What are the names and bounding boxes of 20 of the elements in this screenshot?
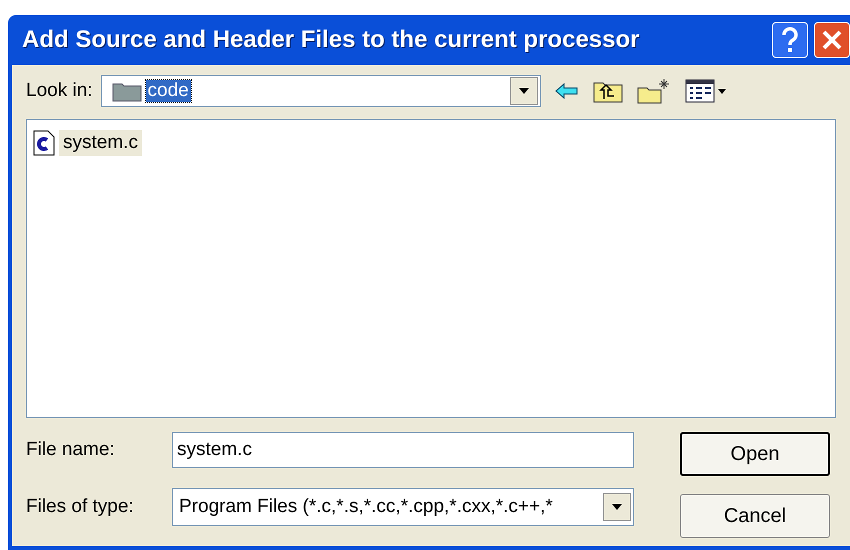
- window-title: Add Source and Header Files to the current processor: [22, 26, 640, 54]
- look-in-label: Look in:: [26, 80, 93, 102]
- view-menu-icon[interactable]: [684, 78, 729, 104]
- dropdown-arrow-icon: [518, 87, 530, 95]
- close-icon: [821, 29, 843, 51]
- help-icon: [780, 27, 800, 53]
- files-of-type-label: Files of type:: [26, 496, 135, 518]
- back-arrow-icon[interactable]: [554, 82, 579, 100]
- look-in-dropdown[interactable]: code: [100, 75, 541, 107]
- cancel-button[interactable]: Cancel: [680, 494, 830, 538]
- open-button[interactable]: Open: [680, 432, 830, 476]
- close-button[interactable]: [814, 22, 850, 58]
- file-name-label: File name:: [26, 439, 116, 461]
- file-item[interactable]: system.c: [59, 130, 142, 156]
- files-of-type-dropdown[interactable]: Program Files (*.c,*.s,*.cc,*.cpp,*.cxx,*.c++,*: [172, 488, 634, 526]
- new-folder-icon[interactable]: [636, 78, 671, 104]
- dropdown-arrow-icon: [611, 503, 623, 511]
- c-file-icon: [33, 130, 55, 156]
- file-name-field[interactable]: system.c: [172, 432, 634, 468]
- help-button[interactable]: [772, 22, 808, 58]
